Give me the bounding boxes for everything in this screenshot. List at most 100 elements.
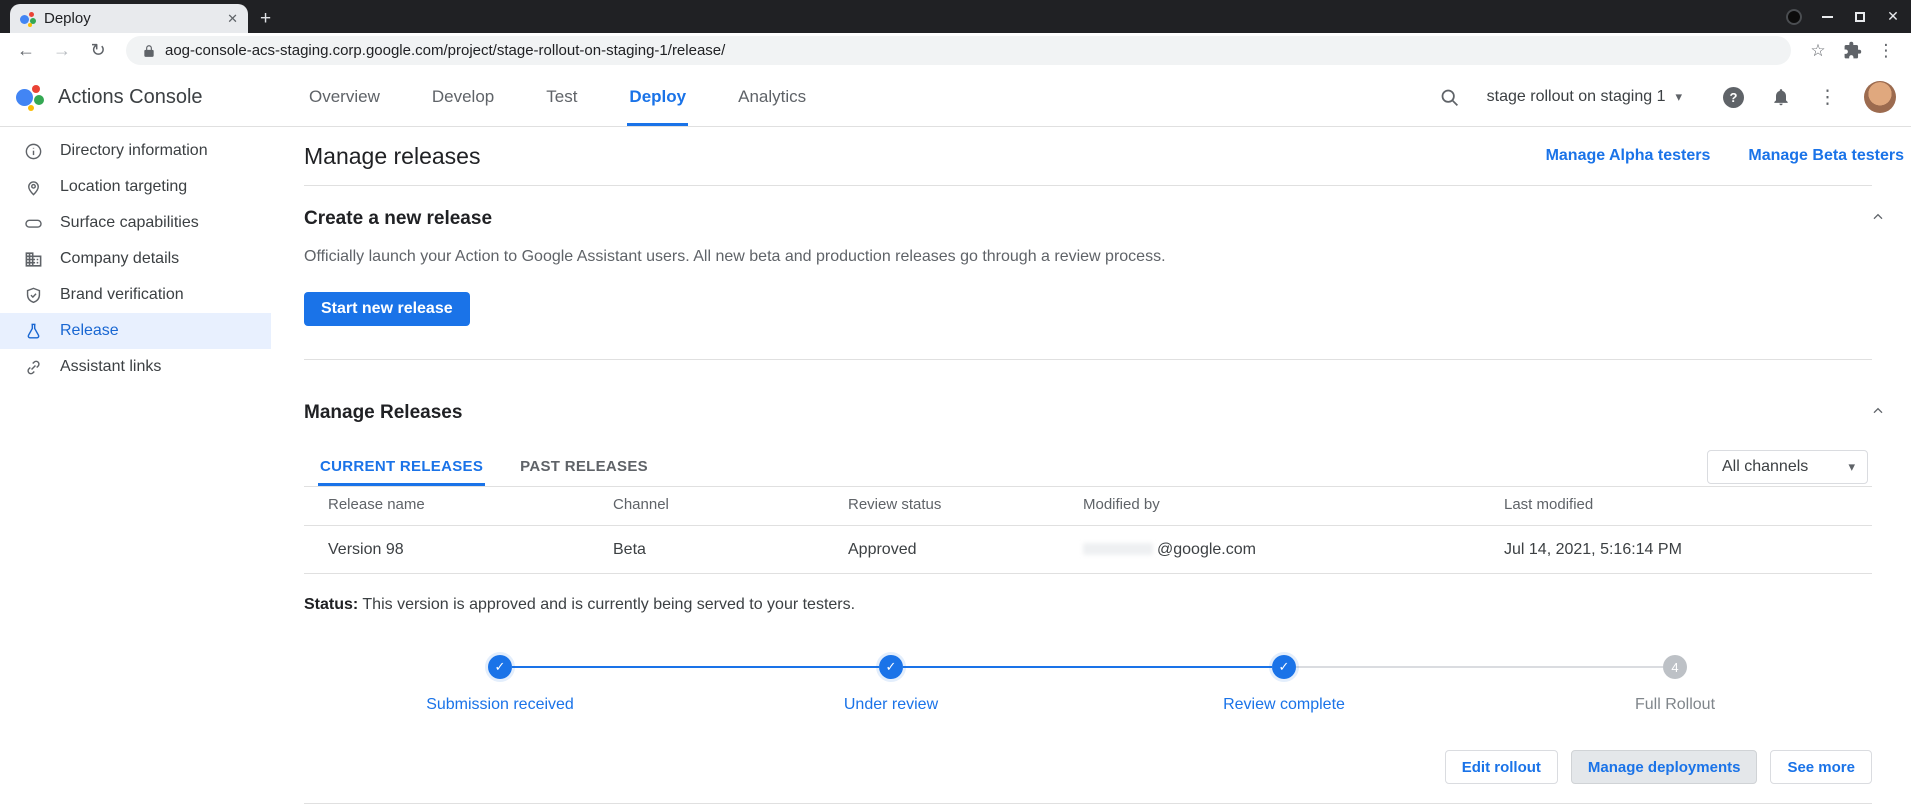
- cell-review-status: Approved: [848, 541, 1083, 559]
- column-header: Modified by: [1083, 496, 1504, 525]
- see-more-button[interactable]: See more: [1770, 750, 1872, 784]
- building-icon: [24, 250, 43, 269]
- info-icon: [24, 142, 43, 161]
- collapse-chevron-up-icon[interactable]: [1870, 209, 1886, 225]
- project-selector[interactable]: stage rollout on staging 1 ▾: [1487, 88, 1682, 106]
- browser-tab[interactable]: Deploy ✕: [10, 4, 248, 33]
- releases-tabs: CURRENT RELEASES PAST RELEASES All chann…: [304, 450, 1872, 487]
- nav-analytics[interactable]: Analytics: [736, 68, 808, 126]
- maximize-button[interactable]: [1852, 9, 1868, 25]
- sidebar-item-label: Directory information: [60, 142, 208, 160]
- project-name: stage rollout on staging 1: [1487, 88, 1666, 106]
- sidebar-item-company-details[interactable]: Company details: [0, 241, 271, 277]
- step-circle-review-complete: ✓: [1272, 655, 1296, 679]
- cell-modified-by: @google.com: [1083, 541, 1504, 559]
- step-label: Review complete: [1154, 696, 1414, 714]
- tab-title: Deploy: [44, 10, 219, 27]
- sidebar-item-location-targeting[interactable]: Location targeting: [0, 169, 271, 205]
- step-label: Under review: [761, 696, 1021, 714]
- step-label: Full Rollout: [1545, 696, 1805, 714]
- url-text: aog-console-acs-staging.corp.google.com/…: [165, 42, 725, 59]
- location-pin-icon: [24, 178, 43, 197]
- cell-last-modified: Jul 14, 2021, 5:16:14 PM: [1504, 541, 1872, 559]
- caret-down-icon: ▾: [1848, 459, 1855, 475]
- divider: [304, 803, 1872, 804]
- back-button[interactable]: ←: [12, 40, 40, 61]
- column-header: Release name: [328, 496, 613, 525]
- overflow-menu-icon[interactable]: ⋮: [1818, 86, 1837, 109]
- create-release-section: Create a new release Officially launch y…: [304, 186, 1872, 359]
- column-header: Last modified: [1504, 496, 1872, 525]
- status-label: Status:: [304, 596, 358, 613]
- extensions-icon[interactable]: [1839, 41, 1865, 60]
- sidebar-item-directory-information[interactable]: Directory information: [0, 133, 271, 169]
- channel-filter-select[interactable]: All channels ▾: [1707, 450, 1868, 484]
- help-icon[interactable]: ?: [1723, 87, 1744, 108]
- manage-beta-testers-link[interactable]: Manage Beta testers: [1748, 147, 1904, 165]
- page-title: Manage releases: [304, 143, 480, 170]
- step-circle-under-review: ✓: [879, 655, 903, 679]
- stepper-line: [1296, 666, 1663, 668]
- sidebar-item-label: Surface capabilities: [60, 214, 199, 232]
- tab-past-releases[interactable]: PAST RELEASES: [518, 450, 650, 486]
- redacted-username: [1083, 543, 1153, 555]
- step-label: Submission received: [370, 696, 630, 714]
- collapse-chevron-up-icon[interactable]: [1870, 403, 1886, 419]
- shield-check-icon: [24, 286, 43, 305]
- window-close-button[interactable]: ✕: [1885, 9, 1901, 25]
- table-row: Version 98 Beta Approved @google.com Jul…: [304, 526, 1872, 574]
- caret-down-icon: ▾: [1675, 89, 1682, 105]
- nav-overview[interactable]: Overview: [307, 68, 382, 126]
- release-status-text: Status: This version is approved and is …: [304, 595, 1872, 614]
- actions-on-google-logo-icon: [15, 82, 45, 112]
- app-name: Actions Console: [58, 86, 203, 109]
- sidebar-item-assistant-links[interactable]: Assistant links: [0, 349, 271, 385]
- start-new-release-button[interactable]: Start new release: [304, 292, 470, 326]
- forward-button[interactable]: →: [48, 40, 76, 61]
- edit-rollout-button[interactable]: Edit rollout: [1445, 750, 1558, 784]
- browser-menu-icon[interactable]: ⋮: [1873, 41, 1899, 61]
- sidebar-item-surface-capabilities[interactable]: Surface capabilities: [0, 205, 271, 241]
- nav-test[interactable]: Test: [544, 68, 579, 126]
- reload-button[interactable]: ↻: [84, 40, 112, 61]
- minimize-button[interactable]: [1819, 9, 1835, 25]
- tab-close-icon[interactable]: ✕: [227, 11, 238, 27]
- sidebar-item-label: Company details: [60, 250, 179, 268]
- step-circle-submission-received: ✓: [488, 655, 512, 679]
- step-circle-full-rollout: 4: [1663, 655, 1687, 679]
- top-nav: Overview Develop Test Deploy Analytics: [307, 68, 808, 126]
- tab-current-releases[interactable]: CURRENT RELEASES: [318, 450, 485, 486]
- nav-deploy[interactable]: Deploy: [627, 68, 688, 126]
- channel-filter-value: All channels: [1722, 458, 1848, 476]
- url-bar[interactable]: aog-console-acs-staging.corp.google.com/…: [126, 36, 1791, 65]
- status-value: This version is approved and is currentl…: [362, 596, 855, 613]
- sidebar-item-label: Release: [60, 322, 119, 340]
- browser-toolbar: ← → ↻ aog-console-acs-staging.corp.googl…: [0, 33, 1911, 68]
- nav-develop[interactable]: Develop: [430, 68, 496, 126]
- browser-tab-strip: Deploy ✕ + ✕: [0, 0, 1911, 33]
- stepper-line: [903, 666, 1272, 668]
- section-title: Create a new release: [304, 208, 492, 230]
- tab-favicon-icon: [20, 11, 36, 27]
- manage-alpha-testers-link[interactable]: Manage Alpha testers: [1546, 147, 1711, 165]
- section-title: Manage Releases: [304, 402, 462, 424]
- manage-releases-section: Manage Releases CURRENT RELEASES PAST RE…: [304, 360, 1872, 804]
- sidebar-item-brand-verification[interactable]: Brand verification: [0, 277, 271, 313]
- sidebar-item-label: Location targeting: [60, 178, 187, 196]
- sidebar-item-release[interactable]: Release: [0, 313, 271, 349]
- lock-icon: [142, 44, 156, 58]
- bookmark-star-icon[interactable]: ☆: [1805, 41, 1831, 61]
- notifications-bell-icon[interactable]: [1771, 87, 1791, 107]
- new-tab-button[interactable]: +: [260, 9, 271, 28]
- search-icon[interactable]: [1439, 87, 1460, 108]
- cell-channel: Beta: [613, 541, 848, 559]
- surface-capabilities-icon: [24, 214, 43, 233]
- table-header-row: Release name Channel Review status Modif…: [304, 487, 1872, 526]
- sidebar: Directory information Location targeting…: [0, 127, 271, 807]
- sidebar-item-label: Brand verification: [60, 286, 184, 304]
- header-right: stage rollout on staging 1 ▾ ? ⋮: [1439, 68, 1896, 126]
- flask-icon: [24, 322, 43, 341]
- brand: Actions Console: [15, 82, 203, 112]
- avatar[interactable]: [1864, 81, 1896, 113]
- manage-deployments-button[interactable]: Manage deployments: [1571, 750, 1758, 784]
